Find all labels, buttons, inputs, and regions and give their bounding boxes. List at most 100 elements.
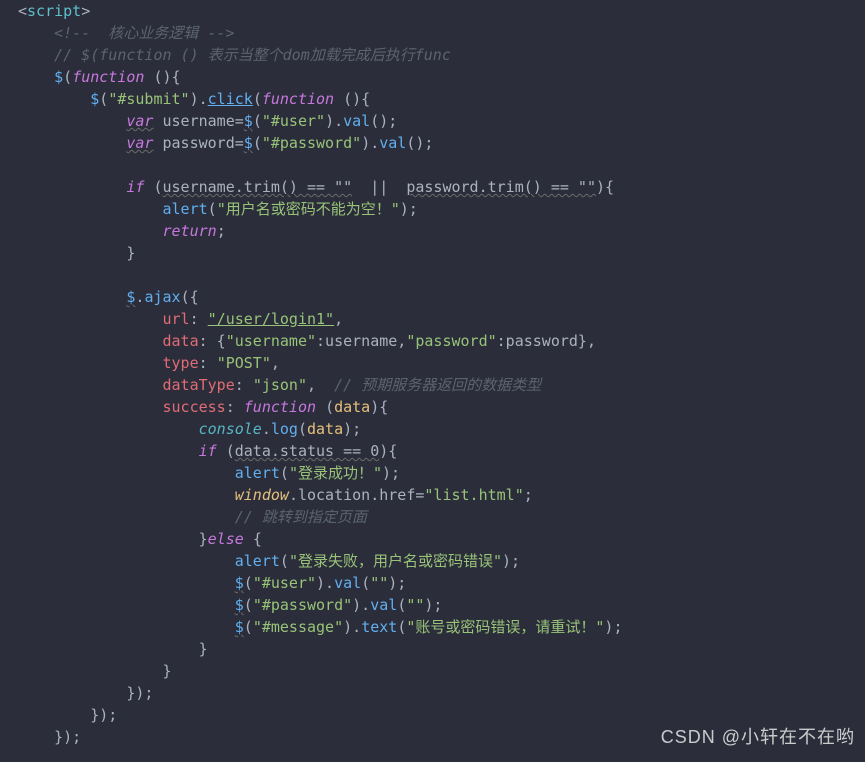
dollar: $	[90, 90, 99, 108]
string: "username"	[226, 332, 316, 350]
punc: (	[226, 442, 235, 460]
string: "#user"	[253, 574, 316, 592]
string: "password"	[406, 332, 496, 350]
punc: );	[502, 552, 520, 570]
dot: .	[262, 420, 271, 438]
punc: (	[253, 90, 262, 108]
string: "POST"	[217, 354, 271, 372]
fn-text: text	[361, 618, 397, 636]
kw-function: function	[262, 90, 343, 108]
op: =	[235, 134, 244, 152]
punc: ).	[190, 90, 208, 108]
kw-if: if	[199, 442, 226, 460]
punc: (	[253, 112, 262, 130]
brace: {	[253, 530, 262, 548]
kw-function: function	[72, 68, 153, 86]
punc: ).	[343, 618, 361, 636]
punc: ,	[307, 376, 334, 394]
punc: (	[153, 178, 162, 196]
brace: ){	[596, 178, 614, 196]
dollar: $	[235, 574, 244, 592]
indent	[18, 68, 54, 86]
brace: });	[18, 684, 153, 702]
tag-name: script	[27, 2, 81, 20]
brace: }	[18, 530, 208, 548]
kw-else: else	[208, 530, 253, 548]
tag-open: <	[18, 2, 27, 20]
ident: username	[153, 112, 234, 130]
colon: :	[226, 398, 244, 416]
punc: (	[253, 134, 262, 152]
colon: :	[190, 310, 208, 328]
param-data: data	[307, 420, 343, 438]
fn-log: log	[271, 420, 298, 438]
comment-line: <!-- 核心业务逻辑 -->	[18, 24, 234, 42]
tag-close: >	[81, 2, 90, 20]
watermark-text: CSDN @小轩在不在哟	[661, 726, 855, 748]
string: ""	[406, 596, 424, 614]
punc: ();	[406, 134, 433, 152]
brace: });	[18, 728, 81, 746]
kw-var: var	[126, 134, 153, 152]
punc: (	[325, 398, 334, 416]
brace: });	[18, 706, 117, 724]
punc: );	[382, 464, 400, 482]
key-url: url	[18, 310, 190, 328]
punc: (	[244, 574, 253, 592]
string: "账号或密码错误，请重试！"	[406, 618, 604, 636]
indent	[18, 134, 126, 152]
fn-val: val	[343, 112, 370, 130]
dollar: $	[235, 596, 244, 614]
colon: : {	[199, 332, 226, 350]
brace: }	[18, 662, 172, 680]
string: "#password"	[253, 596, 352, 614]
key-success: success	[18, 398, 226, 416]
prop: .location.href	[289, 486, 415, 504]
punc: (	[244, 618, 253, 636]
fn-alert: alert	[235, 552, 280, 570]
fn-val: val	[379, 134, 406, 152]
expr-wavy: data.status == 0	[235, 442, 380, 460]
indent	[18, 200, 163, 218]
param-data: data	[334, 398, 370, 416]
dollar: $	[235, 618, 244, 636]
obj-window: window	[235, 486, 289, 504]
comment-line: // 跳转到指定页面	[235, 508, 367, 526]
fn-val: val	[334, 574, 361, 592]
indent	[18, 618, 235, 636]
punc: ).	[325, 112, 343, 130]
blank	[18, 266, 27, 284]
punc: );	[388, 574, 406, 592]
punc: :username,	[316, 332, 406, 350]
punc: ;	[217, 222, 226, 240]
punc: :password},	[497, 332, 596, 350]
indent	[18, 178, 126, 196]
punc: (	[63, 68, 72, 86]
punc: ,	[334, 310, 343, 328]
string: "登录失败，用户名或密码错误"	[289, 552, 502, 570]
blank	[18, 156, 27, 174]
brace: }	[18, 640, 208, 658]
key-data: data	[18, 332, 199, 350]
string: "#user"	[262, 112, 325, 130]
indent	[18, 90, 90, 108]
expr-wavy: username.trim() == ""	[163, 178, 353, 196]
punc: ();	[370, 112, 397, 130]
key-datatype: dataType	[18, 376, 235, 394]
punc: ).	[352, 596, 370, 614]
punc: (	[280, 464, 289, 482]
punc: (	[280, 552, 289, 570]
punc: );	[343, 420, 361, 438]
kw-var: var	[126, 112, 153, 130]
string: ""	[370, 574, 388, 592]
punc: (	[397, 596, 406, 614]
comment-inline: // 预期服务器返回的数据类型	[334, 376, 541, 394]
punc: ).	[361, 134, 379, 152]
brace: (){	[343, 90, 370, 108]
indent	[18, 112, 126, 130]
kw-return: return	[163, 222, 217, 240]
punc: ;	[524, 486, 533, 504]
dollar: $	[244, 134, 253, 152]
punc: ,	[271, 354, 280, 372]
op: =	[235, 112, 244, 130]
